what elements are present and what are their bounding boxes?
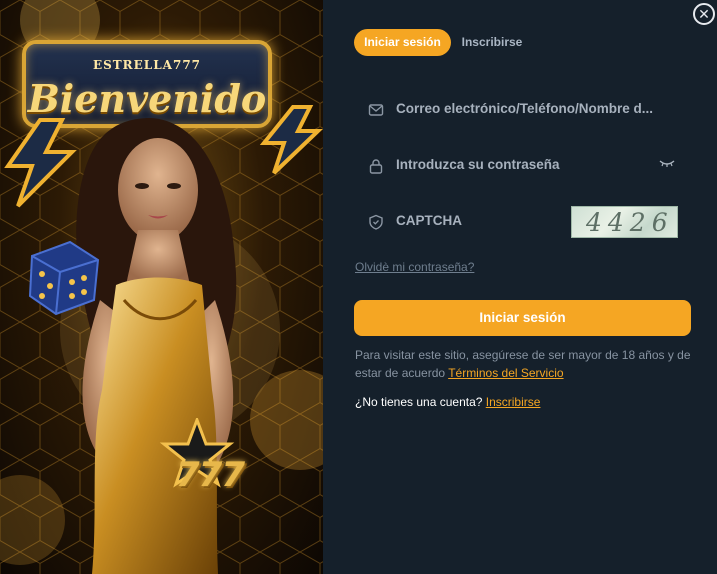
dice-icon bbox=[28, 240, 100, 316]
tab-register[interactable]: Inscribirse bbox=[455, 29, 529, 56]
signup-prompt: ¿No tienes una cuenta? Inscribirse bbox=[355, 395, 540, 409]
lock-icon bbox=[369, 159, 383, 174]
captcha-code: 4426 bbox=[586, 208, 674, 237]
shield-icon bbox=[369, 214, 383, 230]
login-panel bbox=[323, 0, 717, 574]
signup-link[interactable]: Inscribirse bbox=[486, 395, 541, 409]
signup-question: ¿No tienes una cuenta? bbox=[355, 395, 483, 409]
forgot-password-link[interactable]: Olvidè mi contraseña? bbox=[355, 260, 474, 274]
password-field[interactable]: Introduzca su contraseña bbox=[354, 145, 690, 185]
mail-icon bbox=[368, 104, 384, 116]
model-illustration bbox=[76, 118, 237, 574]
age-terms-notice: Para visitar este sitio, asegúrese de se… bbox=[355, 346, 700, 382]
captcha-image[interactable]: 4426 bbox=[571, 206, 678, 238]
eye-closed-icon[interactable] bbox=[659, 157, 675, 169]
close-icon: ✕ bbox=[698, 6, 710, 22]
tab-login[interactable]: Iniciar sesión bbox=[354, 29, 451, 56]
login-submit-button[interactable]: Iniciar sesión bbox=[354, 300, 691, 336]
password-placeholder: Introduzca su contraseña bbox=[396, 157, 560, 172]
lucky-number-badge: 777 bbox=[176, 455, 245, 495]
close-button[interactable]: ✕ bbox=[693, 3, 715, 25]
email-field[interactable]: Correo electrónico/Teléfono/Nombre d... bbox=[354, 89, 690, 129]
email-placeholder: Correo electrónico/Teléfono/Nombre d... bbox=[396, 101, 654, 116]
promo-banner: ESTRELLA777 Bienvenido 777 bbox=[0, 0, 323, 574]
terms-of-service-link[interactable]: Términos del Servicio bbox=[448, 366, 563, 380]
captcha-placeholder: CAPTCHA bbox=[396, 213, 462, 228]
brand-logo-text: ESTRELLA777 bbox=[92, 58, 202, 72]
